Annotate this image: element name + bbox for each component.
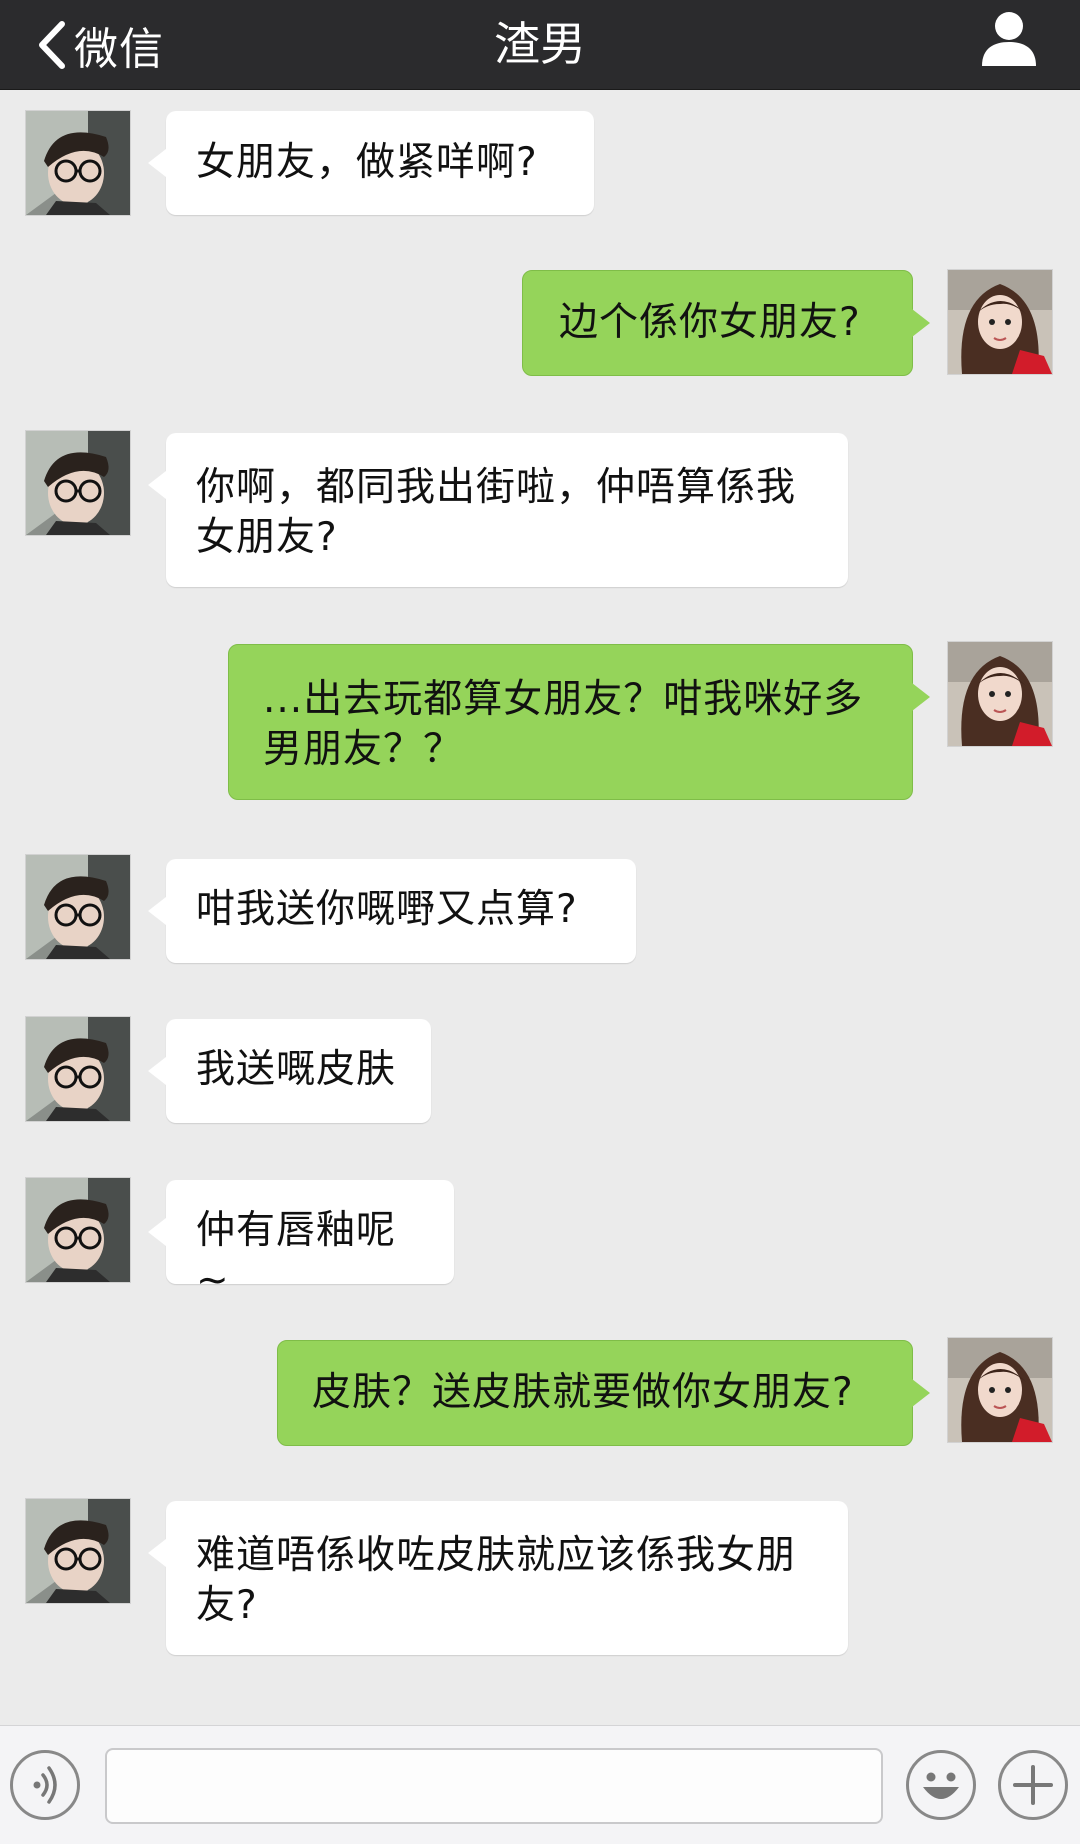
message-text: ...出去玩都算女朋友？咁我咪好多男朋友？？ (263, 677, 864, 772)
plus-icon (1013, 1765, 1053, 1805)
message-text: 我送嘅皮肤 (196, 1047, 397, 1092)
voice-button[interactable] (10, 1750, 80, 1820)
message-bubble[interactable]: 仲有唇釉呢~ (148, 1180, 454, 1303)
message-text: 难道唔係收咗皮肤就应该係我女朋友? (196, 1533, 797, 1628)
nav-bar: 微信 渣男 (0, 0, 1080, 90)
avatar-other[interactable] (26, 1178, 130, 1282)
more-button[interactable] (998, 1750, 1068, 1820)
person-icon[interactable] (978, 8, 1040, 70)
message-text: 女朋友，做紧咩啊? (196, 140, 538, 185)
avatar-me[interactable] (948, 1338, 1052, 1442)
avatar-other[interactable] (26, 431, 130, 535)
message-text: 皮肤？送皮肤就要做你女朋友? (312, 1370, 854, 1415)
message-bubble[interactable]: 咁我送你嘅嘢又点算? (148, 859, 636, 963)
avatar-other[interactable] (26, 855, 130, 959)
avatar-other[interactable] (26, 1499, 130, 1603)
message-text: 仲有唇釉呢~ (196, 1208, 397, 1303)
message-input[interactable] (105, 1748, 883, 1824)
chevron-left-icon (39, 20, 65, 69)
message-text: 咁我送你嘅嘢又点算? (196, 887, 578, 932)
avatar-other[interactable] (26, 111, 130, 215)
emoji-button[interactable] (906, 1750, 976, 1820)
avatar-other[interactable] (26, 1017, 130, 1121)
message-bubble[interactable]: 我送嘅皮肤 (148, 1019, 431, 1123)
smiley-icon (923, 1772, 959, 1799)
message-text: 你啊，都同我出街啦，仲唔算係我女朋友? (196, 465, 797, 560)
voice-icon (33, 1766, 57, 1804)
avatar-me[interactable] (948, 270, 1052, 374)
message-bubble[interactable]: 边个係你女朋友? (522, 270, 930, 376)
message-bubble[interactable]: 皮肤？送皮肤就要做你女朋友? (277, 1340, 930, 1446)
back-button[interactable]: 微信 (34, 0, 164, 89)
avatar-me[interactable] (948, 642, 1052, 746)
message-bubble[interactable]: 难道唔係收咗皮肤就应该係我女朋友? (148, 1501, 848, 1655)
message-bubble[interactable]: 女朋友，做紧咩啊? (148, 111, 594, 215)
message-bubble[interactable]: ...出去玩都算女朋友？咁我咪好多男朋友？？ (228, 644, 930, 800)
message-text: 边个係你女朋友? (559, 300, 861, 345)
message-bubble[interactable]: 你啊，都同我出街啦，仲唔算係我女朋友? (148, 433, 848, 587)
input-bar (0, 1725, 1080, 1844)
back-label: 微信 (74, 23, 164, 75)
